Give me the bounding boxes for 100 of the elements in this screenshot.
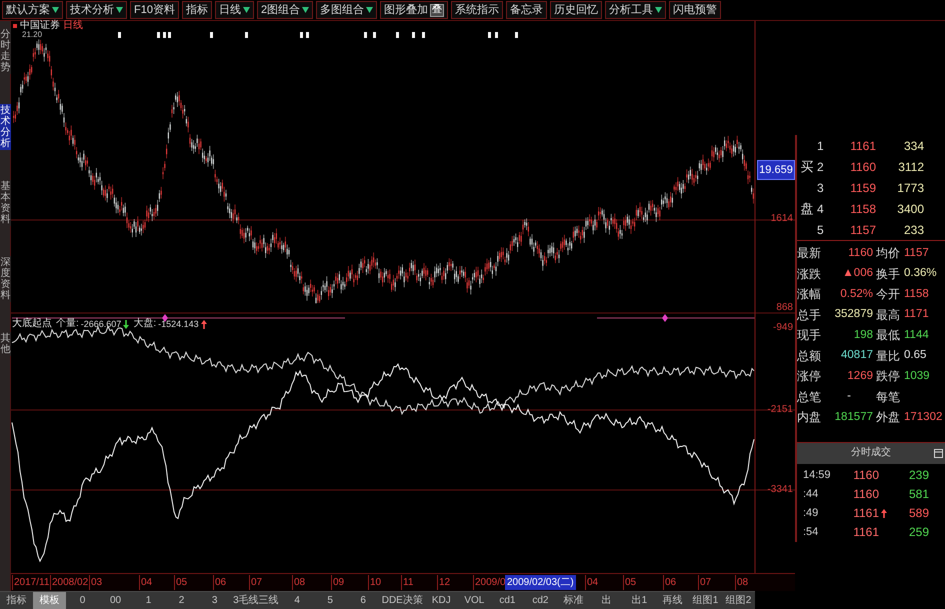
- signal-marker-icon: [245, 32, 248, 38]
- signal-marker-icon: [488, 32, 491, 38]
- status-square-icon: [13, 24, 17, 28]
- date-label: 04: [139, 575, 152, 590]
- date-label: 2017/11: [12, 575, 50, 590]
- quote-label: 每笔: [875, 390, 900, 403]
- toolbar-button[interactable]: F10资料: [130, 1, 179, 19]
- date-label: 06: [213, 575, 226, 590]
- toolbar-button[interactable]: 备忘录: [506, 1, 548, 19]
- toolbar-button[interactable]: 闪电预警: [669, 1, 722, 19]
- sidebar-tab[interactable]: 其他: [0, 332, 11, 356]
- date-label: 10: [368, 575, 382, 590]
- signal-marker-icon: [495, 32, 498, 38]
- trade-volume: 259: [908, 526, 929, 538]
- quote-value: -: [847, 391, 851, 402]
- bid-price: 1160: [850, 160, 876, 172]
- quote-value: 0.65: [903, 350, 926, 362]
- signal-marker-icon: [412, 32, 415, 38]
- quote-value: 198: [854, 330, 873, 341]
- sidebar-tab[interactable]: 分时走势: [0, 28, 11, 74]
- quote-value: 1157: [903, 248, 929, 259]
- quote-value: 0.52%: [840, 288, 873, 300]
- quote-label: 现手: [797, 329, 821, 342]
- toolbar-button[interactable]: 默认方案: [2, 1, 63, 19]
- axis-label: -949: [772, 322, 793, 334]
- indicator-label: 个量:: [56, 319, 79, 329]
- trade-volume: 589: [908, 507, 929, 519]
- quote-value: 1160: [848, 248, 873, 259]
- quote-value: 352879: [834, 309, 873, 320]
- quote-label: 跌停: [875, 370, 900, 382]
- bid-price: 1161: [850, 140, 876, 152]
- toolbar-button[interactable]: 历史回忆: [550, 1, 602, 19]
- axis-label: 1614: [770, 213, 793, 225]
- quote-label: 换手: [875, 268, 900, 280]
- window-icon[interactable]: [934, 448, 942, 458]
- bid-side-label: 盘: [800, 202, 814, 215]
- bid-volume: 1773: [897, 182, 924, 194]
- toolbar-button[interactable]: 2图组合: [256, 1, 314, 19]
- quote-value: 0.36%: [903, 268, 937, 280]
- axis-label: -2151: [767, 404, 793, 416]
- toolbar-button[interactable]: 系统指示: [451, 1, 504, 19]
- quote-value: 171302: [903, 412, 942, 423]
- quote-value: 181577: [834, 412, 873, 423]
- sidebar-tab[interactable]: 技术分析: [0, 104, 11, 150]
- cursor-price-label: 19.659: [757, 160, 795, 180]
- signal-marker-icon: [396, 32, 399, 38]
- quote-label: 涨幅: [797, 288, 821, 300]
- quote-label: 涨跌: [797, 268, 821, 280]
- toolbar-badge: 叠: [430, 4, 444, 16]
- quote-value: 1158: [903, 288, 929, 300]
- quote-label: 总额: [797, 350, 821, 362]
- quote-label: 内盘: [797, 411, 821, 424]
- bid-price: 1158: [850, 202, 876, 214]
- bid-level: 1: [817, 140, 824, 152]
- quote-label: 最高: [875, 308, 900, 321]
- bid-level: 4: [817, 202, 824, 214]
- bid-volume: 3400: [897, 202, 924, 214]
- toolbar-button[interactable]: 指标: [182, 1, 212, 19]
- toolbar-button[interactable]: 日线: [214, 1, 254, 19]
- quote-label: 最低: [875, 329, 900, 342]
- quote-value: ▲006: [842, 268, 873, 280]
- period-label: 日线: [63, 21, 83, 31]
- cursor-marker-icon: [162, 314, 168, 322]
- toolbar-button[interactable]: 多图组合: [316, 1, 378, 19]
- bid-volume: 334: [904, 140, 924, 152]
- signal-marker-icon: [364, 32, 367, 38]
- date-label: 12: [437, 575, 450, 590]
- quote-value: 1171: [903, 309, 929, 320]
- bid-level: 3: [817, 182, 824, 194]
- date-label: 05: [623, 575, 636, 590]
- quote-value: 1039: [903, 370, 930, 382]
- quote-label: 今开: [875, 288, 900, 300]
- date-label: 05: [174, 575, 188, 590]
- sidebar-tab[interactable]: 深度资料: [0, 256, 11, 302]
- quote-label: 涨停: [797, 370, 821, 382]
- bid-level: 2: [817, 160, 824, 172]
- panel-title: 分时成交: [851, 448, 891, 458]
- indicator-name: 大底起点: [12, 319, 52, 329]
- quote-label: 均价: [875, 247, 900, 260]
- quote-value: 1269: [847, 370, 873, 382]
- quote-label: 总笔: [797, 390, 821, 403]
- toolbar-button[interactable]: 图形叠加 叠: [380, 1, 448, 19]
- bid-level: 5: [817, 224, 824, 236]
- bid-price: 1159: [850, 182, 876, 194]
- trade-time: :44: [802, 488, 818, 500]
- axis-label: 868: [776, 302, 793, 314]
- date-label: 03: [89, 575, 102, 590]
- sidebar-tab[interactable]: 基本资料: [0, 180, 11, 226]
- signal-marker-icon: [422, 32, 425, 38]
- date-label: 09: [331, 575, 344, 590]
- trade-time: 14:59: [802, 470, 831, 480]
- bid-side-label: 买: [800, 160, 814, 173]
- trade-price: 1161: [853, 507, 879, 519]
- date-label: 06: [663, 575, 676, 590]
- trade-price: 1160: [853, 488, 879, 500]
- toolbar-button[interactable]: 分析工具: [605, 1, 666, 19]
- trade-volume: 239: [908, 469, 929, 481]
- toolbar-button[interactable]: 技术分析: [66, 1, 127, 19]
- date-label: 2008/02: [50, 575, 88, 590]
- date-label: 11: [401, 575, 414, 590]
